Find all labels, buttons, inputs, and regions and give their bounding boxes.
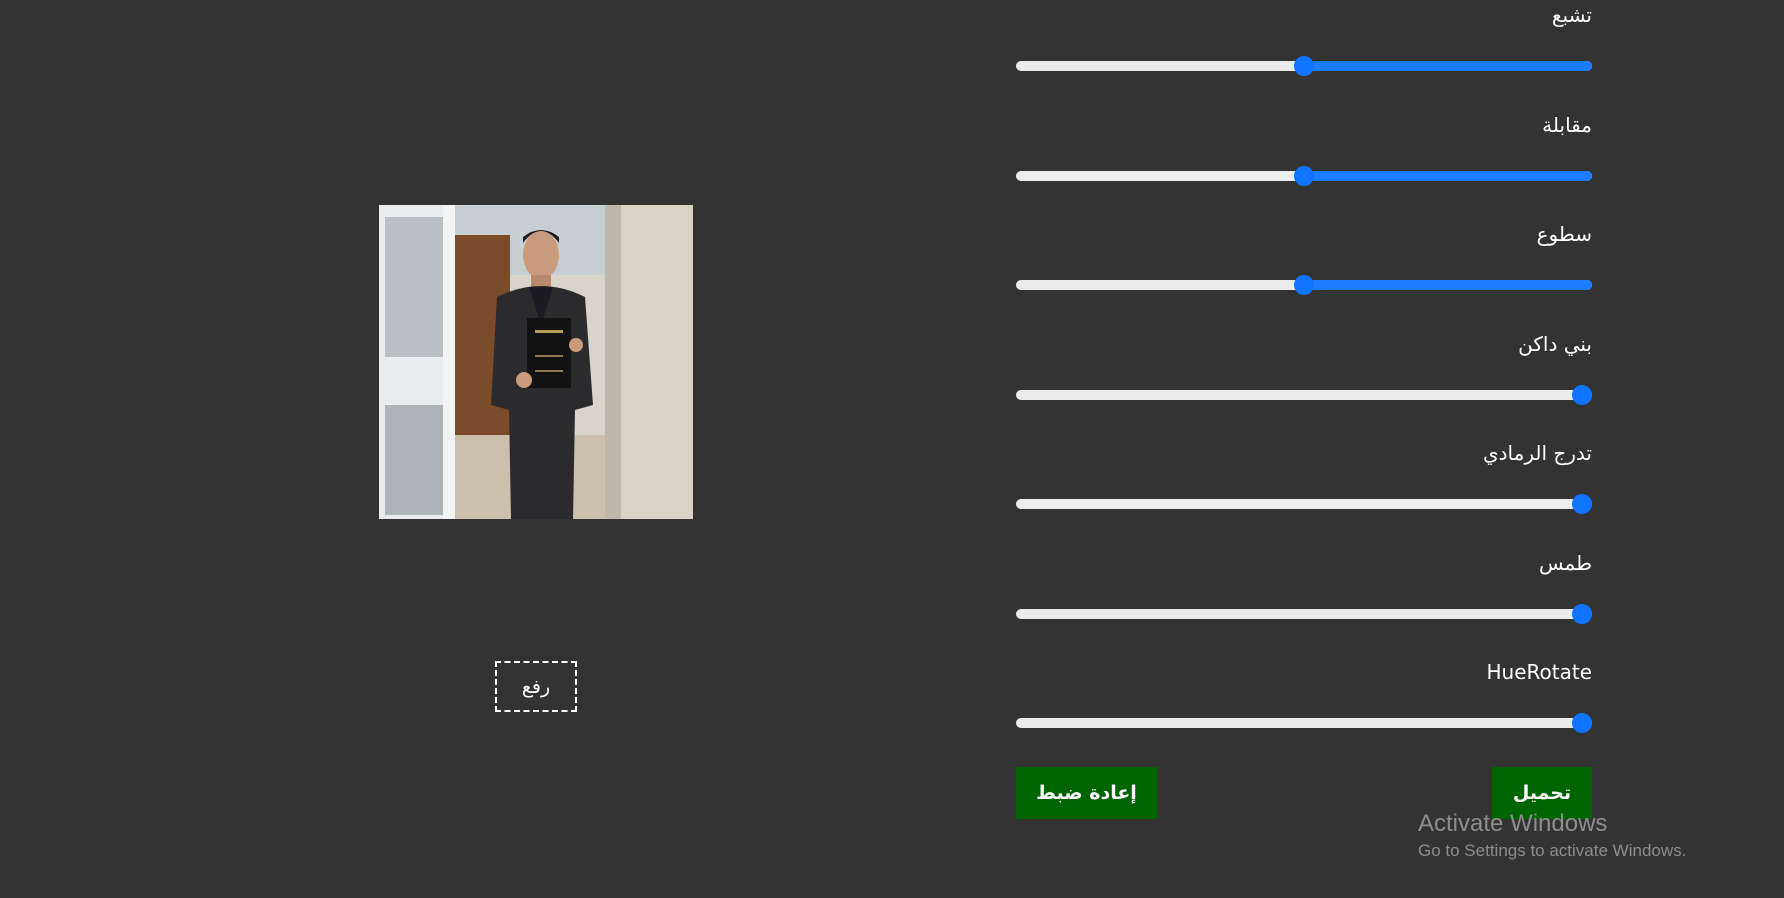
photo-preview: [379, 205, 693, 519]
watermark-subtitle: Go to Settings to activate Windows.: [1418, 841, 1687, 860]
slider-label-brightness: سطوع: [1536, 222, 1592, 246]
slider-label-hue-rotate: HueRotate: [1486, 660, 1593, 684]
slider-label-contrast: مقابلة: [1542, 113, 1592, 137]
slider-fill-saturation: [1304, 61, 1592, 71]
slider-hue-rotate: HueRotate: [1016, 657, 1592, 737]
slider-label-blur: طمس: [1539, 551, 1592, 575]
upload-button[interactable]: رفع: [495, 661, 577, 712]
slider-track-blur[interactable]: [1016, 609, 1592, 619]
slider-thumb-contrast[interactable]: [1294, 166, 1314, 186]
slider-track-hue-rotate[interactable]: [1016, 718, 1592, 728]
slider-contrast: مقابلة: [1016, 110, 1592, 190]
activate-windows-watermark: Activate Windows Go to Settings to activ…: [1418, 809, 1686, 863]
reset-button[interactable]: إعادة ضبط: [1016, 767, 1157, 819]
photo-image: [379, 205, 693, 519]
slider-track-grayscale[interactable]: [1016, 499, 1592, 509]
slider-sepia: بني داكن: [1016, 329, 1592, 409]
slider-label-saturation: تشبع: [1551, 3, 1592, 27]
slider-grayscale: تدرج الرمادي: [1016, 438, 1592, 518]
slider-thumb-blur[interactable]: [1572, 604, 1592, 624]
slider-thumb-brightness[interactable]: [1294, 275, 1314, 295]
photo-editor-page: رفع تشبع مقابلة سطوع بني داكن تدرج الرما…: [0, 0, 1784, 898]
slider-fill-contrast: [1304, 171, 1592, 181]
slider-saturation: تشبع: [1016, 0, 1592, 80]
slider-blur: طمس: [1016, 548, 1592, 628]
slider-track-sepia[interactable]: [1016, 390, 1592, 400]
slider-fill-brightness: [1304, 280, 1592, 290]
slider-label-sepia: بني داكن: [1518, 332, 1592, 356]
slider-thumb-grayscale[interactable]: [1572, 494, 1592, 514]
slider-brightness: سطوع: [1016, 219, 1592, 299]
slider-label-grayscale: تدرج الرمادي: [1482, 441, 1592, 465]
slider-thumb-hue-rotate[interactable]: [1572, 713, 1592, 733]
slider-thumb-sepia[interactable]: [1572, 385, 1592, 405]
slider-thumb-saturation[interactable]: [1294, 56, 1314, 76]
watermark-title: Activate Windows: [1418, 810, 1608, 837]
